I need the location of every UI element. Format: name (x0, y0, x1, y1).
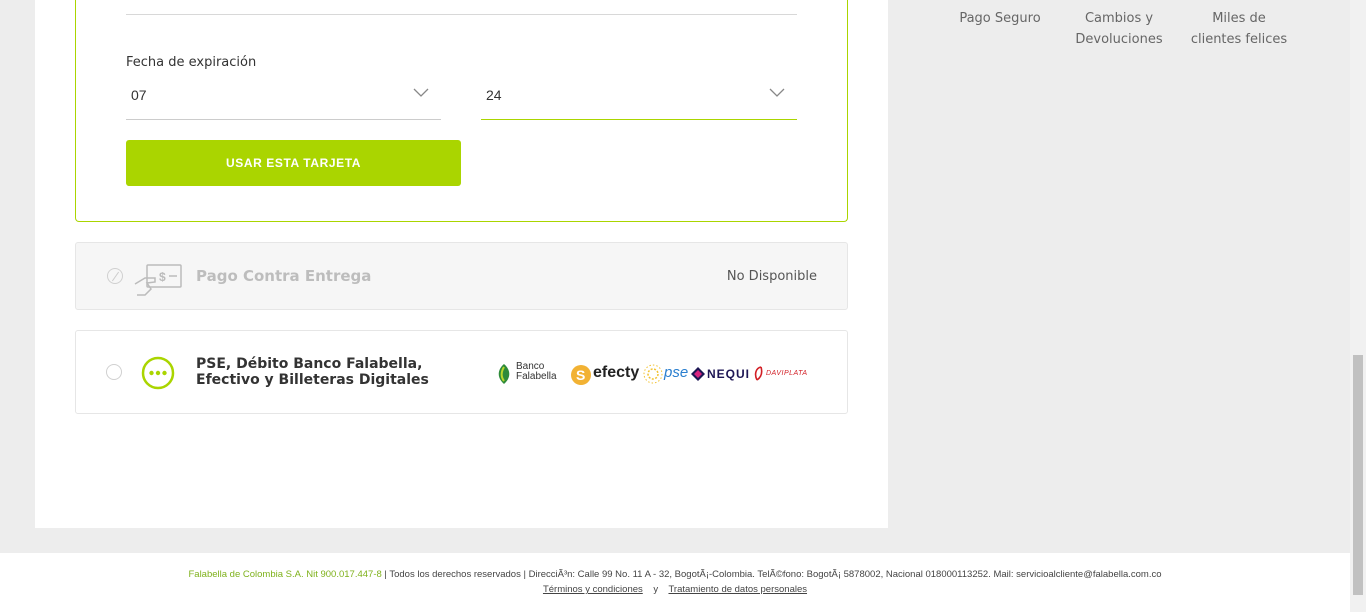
trust-badge-returns: Cambios y Devoluciones (1064, 8, 1174, 50)
pse-radio[interactable] (106, 364, 122, 380)
efecty-text: efecty (593, 364, 640, 381)
efecty-coin-icon: S (571, 365, 591, 385)
payment-logos: Banco Falabella S efecty pse NEQUI DAVIP… (494, 359, 816, 389)
card-field-underline (126, 14, 797, 15)
trust-badge-secure-payment: Pago Seguro (950, 8, 1050, 29)
daviplata-text: DAVIPLATA (766, 370, 808, 377)
month-value: 07 (131, 87, 147, 103)
pse-title: PSE, Débito Banco Falabella, Efectivo y … (196, 356, 429, 388)
expiration-label: Fecha de expiración (126, 55, 257, 70)
chevron-down-icon (413, 88, 429, 97)
payment-option-cash-on-delivery: $ Pago Contra Entrega No Disponible (75, 242, 848, 310)
svg-text:$: $ (159, 270, 166, 284)
footer-links: Términos y condiciones y Tratamiento de … (0, 584, 1350, 595)
efecty-logo: S efecty (569, 359, 640, 389)
unavailable-status: No Disponible (726, 269, 817, 284)
footer-details: | Todos los derechos reservados | Direcc… (384, 569, 1162, 580)
daviplata-logo: DAVIPLATA (752, 359, 816, 389)
payment-option-pse[interactable]: PSE, Débito Banco Falabella, Efectivo y … (75, 330, 848, 414)
svg-text:S: S (576, 367, 585, 383)
trust-badge-line: Pago Seguro (959, 11, 1041, 26)
trust-badge-happy-customers: Miles de clientes felices (1186, 8, 1292, 50)
scrollbar-thumb[interactable] (1353, 355, 1363, 595)
expiration-year-select[interactable]: 24 (481, 80, 797, 120)
pse-sun-icon (643, 364, 663, 384)
nequi-logo: NEQUI (690, 359, 750, 389)
disabled-radio (107, 268, 123, 284)
trust-badge-line: clientes felices (1190, 32, 1288, 47)
more-options-icon (141, 356, 175, 390)
falabella-leaf-icon (498, 364, 510, 384)
footer-info: Falabella de Colombia S.A. Nit 900.017.4… (0, 569, 1350, 580)
banco-falabella-logo: Banco Falabella (494, 359, 562, 389)
vertical-scrollbar[interactable] (1350, 0, 1366, 612)
use-card-button[interactable]: USAR ESTA TARJETA (126, 140, 461, 186)
year-value: 24 (486, 87, 502, 103)
banco-falabella-line2: Falabella (516, 371, 557, 382)
footer-separator: y (653, 584, 659, 595)
expiration-month-select[interactable]: 07 (126, 80, 441, 120)
nequi-text: NEQUI (707, 367, 751, 381)
privacy-link[interactable]: Tratamiento de datos personales (668, 584, 807, 595)
nequi-diamond-icon (691, 367, 705, 381)
trust-badge-line: Miles de (1212, 11, 1266, 26)
cash-hand-icon: $ (134, 264, 182, 296)
daviplata-mark-icon (754, 366, 763, 381)
pse-text: pse (664, 364, 689, 381)
trust-badge-line: Cambios y (1084, 11, 1154, 26)
pse-logo: pse (642, 359, 690, 389)
chevron-down-icon (769, 88, 785, 97)
trust-badge-line: Devoluciones (1075, 32, 1163, 47)
terms-link[interactable]: Términos y condiciones (543, 584, 643, 595)
footer: Falabella de Colombia S.A. Nit 900.017.4… (0, 553, 1350, 612)
cash-on-delivery-title: Pago Contra Entrega (196, 267, 372, 285)
footer-company: Falabella de Colombia S.A. Nit 900.017.4… (188, 569, 382, 580)
